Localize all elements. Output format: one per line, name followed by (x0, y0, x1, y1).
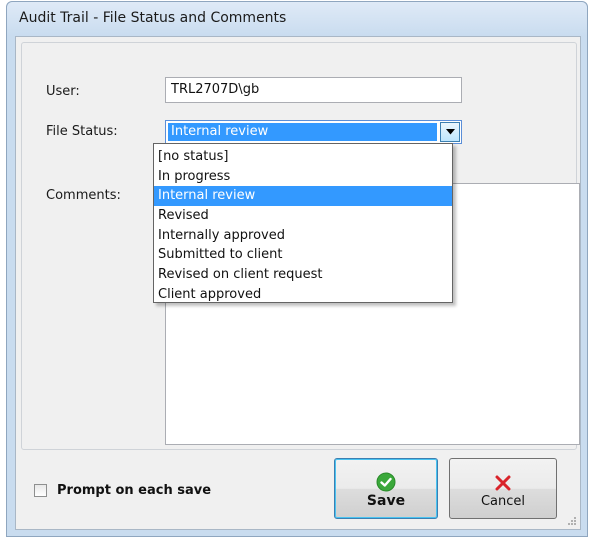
user-field[interactable]: TRL2707D\gb (165, 77, 462, 103)
dropdown-option[interactable]: In progress (154, 167, 452, 187)
title-bar[interactable]: Audit Trail - File Status and Comments (7, 2, 587, 36)
chevron-down-icon[interactable] (440, 122, 460, 142)
file-status-label: File Status: (46, 124, 118, 139)
user-value: TRL2707D\gb (171, 82, 260, 97)
prompt-on-save-label: Prompt on each save (57, 483, 212, 498)
resize-grip-icon[interactable] (567, 516, 577, 526)
checkmark-circle-icon (376, 472, 396, 492)
dropdown-option[interactable]: Submitted to client (154, 245, 452, 265)
file-status-select[interactable]: Internal review (165, 120, 462, 144)
dropdown-option[interactable]: Internally approved (154, 226, 452, 246)
dropdown-option[interactable]: Revised on client request (154, 265, 452, 285)
dropdown-option-selected[interactable]: Internal review (154, 186, 452, 207)
x-icon (495, 475, 511, 491)
comments-label: Comments: (46, 188, 121, 203)
save-button-label: Save (366, 493, 406, 509)
save-button[interactable]: Save (334, 458, 438, 519)
prompt-on-save-checkbox[interactable] (34, 484, 47, 497)
prompt-on-save-option[interactable]: Prompt on each save (34, 483, 211, 498)
window-title: Audit Trail - File Status and Comments (19, 10, 287, 26)
user-label: User: (46, 84, 80, 99)
dropdown-option[interactable]: Revised (154, 206, 452, 226)
cancel-button-label: Cancel (480, 494, 526, 509)
dropdown-option[interactable]: [no status] (154, 147, 452, 167)
cancel-button[interactable]: Cancel (449, 458, 557, 519)
file-status-selected-value: Internal review (168, 123, 437, 141)
file-status-dropdown-list: [no status] In progress Internal review … (153, 143, 453, 303)
dropdown-option[interactable]: Client approved (154, 285, 452, 305)
